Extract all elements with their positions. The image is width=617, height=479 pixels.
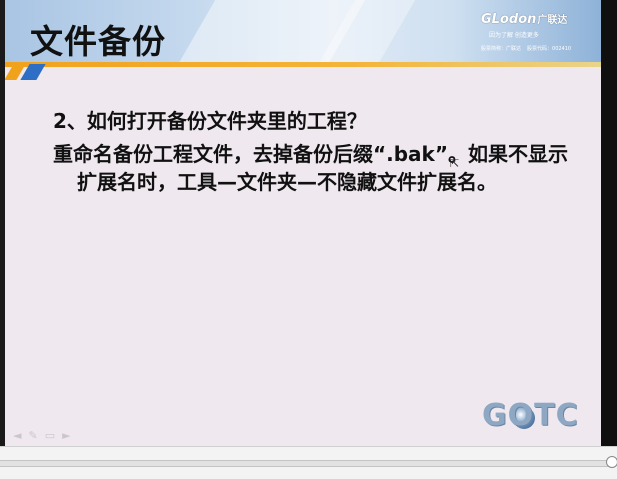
slide-canvas: 文件备份 GLodon广联达 因为了解 创造更多 股票简称：广联达 股票代码：00… bbox=[5, 0, 601, 446]
slide-body: 2、如何打开备份文件夹里的工程？ 重命名备份工程文件，去掉备份后缀“.bak”。… bbox=[53, 106, 583, 196]
stock-info: 股票简称：广联达 股票代码：002410 bbox=[481, 46, 572, 52]
right-gutter bbox=[601, 0, 617, 446]
header-tabs bbox=[5, 64, 65, 82]
next-slide-icon[interactable]: ► bbox=[62, 429, 70, 442]
brand-block: GLodon广联达 因为了解 创造更多 股票简称：广联达 股票代码：002410 bbox=[481, 11, 599, 52]
pen-icon[interactable]: ✎ bbox=[28, 429, 37, 442]
answer-text: 重命名备份工程文件，去掉备份后缀“.bak”。如果不显示扩展名时，工具—文件夹—… bbox=[53, 142, 568, 194]
menu-icon[interactable]: ▭ bbox=[45, 429, 55, 442]
question-text: 2、如何打开备份文件夹里的工程？ bbox=[53, 109, 367, 133]
prev-slide-icon[interactable]: ◄ bbox=[13, 429, 21, 442]
header-stripe bbox=[5, 62, 601, 67]
slide-header: 文件备份 GLodon广联达 因为了解 创造更多 股票简称：广联达 股票代码：00… bbox=[5, 0, 601, 64]
seek-knob[interactable] bbox=[606, 456, 617, 468]
slide-title: 文件备份 bbox=[30, 22, 166, 61]
mouse-cursor-icon: ⇱ bbox=[450, 157, 460, 170]
brand-logo: GLodon广联达 bbox=[481, 12, 568, 27]
gotc-logo: GOTC bbox=[482, 398, 579, 433]
brand-slogan: 因为了解 创造更多 bbox=[489, 32, 539, 39]
slide-controls: ◄ ✎ ▭ ► bbox=[13, 429, 71, 442]
seek-track[interactable] bbox=[0, 460, 612, 467]
